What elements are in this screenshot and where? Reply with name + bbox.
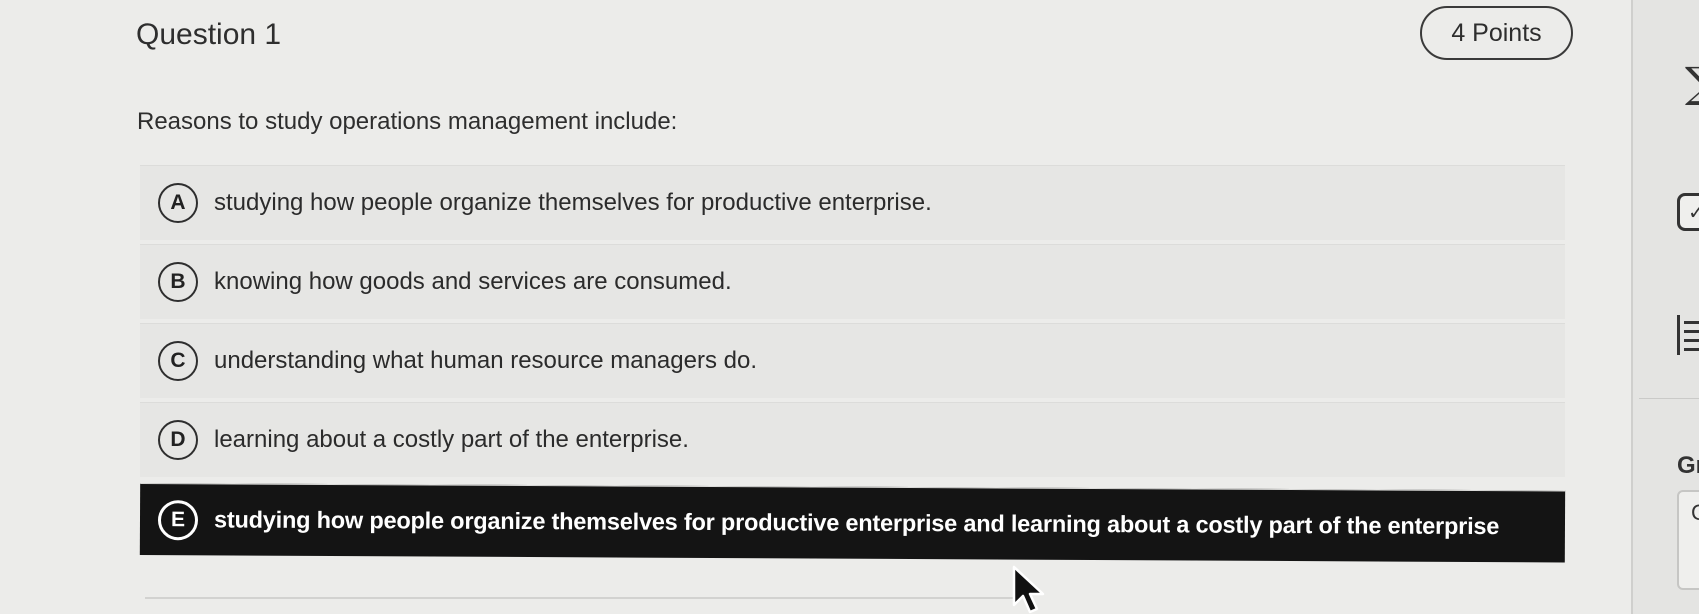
- choice-letter: C: [158, 341, 198, 381]
- checkbox-icon[interactable]: ✓: [1677, 193, 1699, 231]
- choice-text: knowing how goods and services are consu…: [214, 268, 732, 295]
- grade-label: Gr: [1677, 452, 1699, 479]
- sigma-icon[interactable]: ∑: [1685, 58, 1699, 107]
- choice-letter: A: [158, 183, 198, 223]
- question-prompt: Reasons to study operations management i…: [137, 108, 678, 135]
- mouse-cursor-icon: [1012, 565, 1045, 614]
- document-icon[interactable]: [1677, 315, 1699, 355]
- divider: [1639, 398, 1699, 399]
- quiz-page: Question 1 4 Points Reasons to study ope…: [0, 0, 1699, 614]
- points-badge: 4 Points: [1420, 6, 1573, 60]
- choice-letter: B: [158, 262, 198, 302]
- choice-letter: D: [158, 420, 198, 460]
- choice-text: studying how people organize themselves …: [214, 189, 932, 216]
- choice-b[interactable]: B knowing how goods and services are con…: [140, 244, 1565, 319]
- choice-e-selected[interactable]: E studying how people organize themselve…: [139, 483, 1566, 563]
- answer-choices: A studying how people organize themselve…: [139, 165, 1566, 563]
- choice-d[interactable]: D learning about a costly part of the en…: [140, 402, 1565, 477]
- side-card-char: C: [1691, 500, 1699, 526]
- choice-text: understanding what human resource manage…: [214, 347, 757, 374]
- side-card[interactable]: C: [1677, 490, 1699, 590]
- right-tool-panel: ∑ ✓ Gr C: [1631, 0, 1699, 614]
- divider: [145, 597, 1015, 599]
- choice-c[interactable]: C understanding what human resource mana…: [140, 323, 1565, 398]
- choice-text: studying how people organize themselves …: [213, 506, 1500, 540]
- choice-letter: E: [157, 499, 199, 540]
- question-title: Question 1: [136, 18, 282, 51]
- choice-text: learning about a costly part of the ente…: [214, 426, 689, 453]
- question-panel: Question 1 4 Points Reasons to study ope…: [0, 0, 1631, 614]
- choice-a[interactable]: A studying how people organize themselve…: [140, 165, 1565, 240]
